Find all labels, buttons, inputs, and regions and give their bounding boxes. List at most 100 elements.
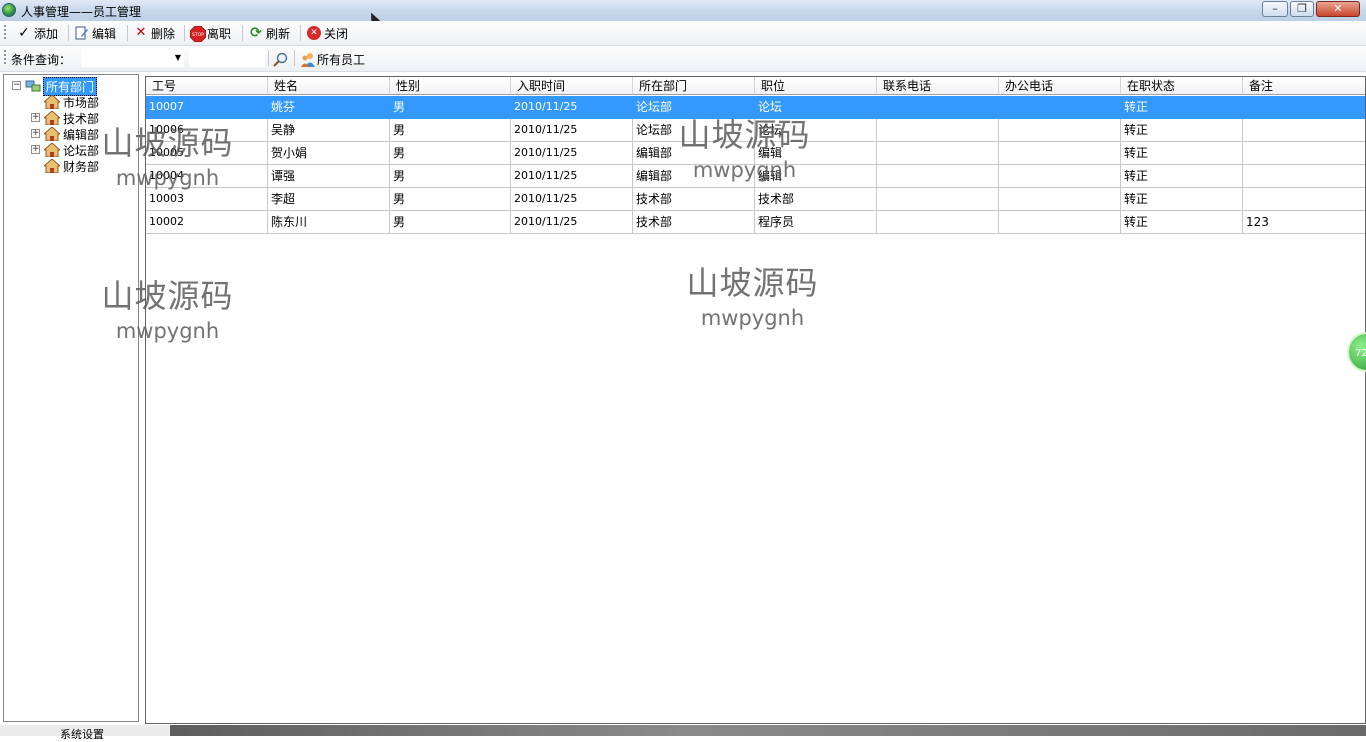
tree-node-edit[interactable]: 编辑部 <box>42 126 100 142</box>
table-cell: 技术部 <box>633 211 755 234</box>
tree-root[interactable]: 所有部门 <box>24 76 98 96</box>
column-header[interactable]: 在职状态 <box>1121 77 1243 95</box>
resign-button[interactable]: STOP 离职 <box>189 24 232 43</box>
tree-node-finance[interactable]: 财务部 <box>42 158 100 174</box>
table-cell: 123 <box>1243 211 1365 234</box>
table-cell <box>999 165 1121 188</box>
tree-node-label: 编辑部 <box>63 127 100 142</box>
column-header[interactable]: 姓名 <box>268 77 390 95</box>
app-globe-icon <box>2 3 16 17</box>
department-tree: − 所有部门 市场部 + 技术部 + 编辑部 + 论坛部 财务部 <box>3 74 139 722</box>
column-header[interactable]: 入职时间 <box>511 77 633 95</box>
house-icon <box>42 142 62 158</box>
table-cell: 论坛部 <box>633 119 755 142</box>
table-cell <box>877 188 999 211</box>
table-cell: 转正 <box>1121 188 1243 211</box>
column-header[interactable]: 职位 <box>755 77 877 95</box>
toolbar-separator <box>184 25 185 41</box>
collapse-icon[interactable]: − <box>12 81 21 90</box>
all-employees-button[interactable]: 所有员工 <box>300 50 365 68</box>
toolbar-separator <box>127 25 128 41</box>
tree-node-label: 财务部 <box>63 159 100 174</box>
table-row[interactable]: 10003 李超男 2010/11/25 技术部 技术部 转正 <box>146 188 1365 211</box>
expand-icon[interactable]: + <box>31 113 40 122</box>
house-icon <box>42 126 62 142</box>
resign-label: 离职 <box>207 26 232 41</box>
table-cell: 程序员 <box>755 211 877 234</box>
query-field-select[interactable]: ▼ <box>81 49 184 67</box>
table-cell: 男 <box>390 188 511 211</box>
table-cell: 2010/11/25 <box>511 165 633 188</box>
expand-icon[interactable]: + <box>31 129 40 138</box>
column-header[interactable]: 办公电话 <box>999 77 1121 95</box>
table-cell: 男 <box>390 142 511 165</box>
employee-grid: 工号 姓名 性别 入职时间 所在部门 职位 联系电话 办公电话 在职状态 备注 … <box>145 76 1366 724</box>
table-cell: 谭强 <box>268 165 390 188</box>
table-cell <box>999 188 1121 211</box>
table-row[interactable]: 10007 姚芬男 2010/11/25 论坛部 论坛 转正 <box>146 96 1365 119</box>
table-row[interactable]: 10006 吴静男 2010/11/25 论坛部 论坛 转正 <box>146 119 1365 142</box>
grid-header: 工号 姓名 性别 入职时间 所在部门 职位 联系电话 办公电话 在职状态 备注 <box>146 77 1365 95</box>
all-employees-label: 所有员工 <box>317 52 366 67</box>
table-cell: 论坛 <box>755 96 877 119</box>
column-header[interactable]: 联系电话 <box>877 77 999 95</box>
search-button[interactable] <box>272 50 288 68</box>
restore-button[interactable]: ❐ <box>1290 1 1314 17</box>
table-row[interactable]: 10005 贺小娟男 2010/11/25 编辑部 编辑 转正 <box>146 142 1365 165</box>
svg-text:STOP: STOP <box>192 32 204 38</box>
table-cell: 2010/11/25 <box>511 96 633 119</box>
house-icon <box>42 158 62 174</box>
taskbar-label[interactable]: 系统设置 <box>60 726 104 742</box>
table-cell: 2010/11/25 <box>511 119 633 142</box>
table-cell <box>877 211 999 234</box>
close-circle-icon: ✕ <box>307 26 321 40</box>
column-header[interactable]: 所在部门 <box>633 77 755 95</box>
column-header[interactable]: 备注 <box>1243 77 1365 95</box>
close-window-button[interactable]: ✕ <box>1316 1 1360 17</box>
expand-icon[interactable]: + <box>31 145 40 154</box>
table-cell: 2010/11/25 <box>511 211 633 234</box>
table-cell: 10002 <box>146 211 268 234</box>
column-header[interactable]: 性别 <box>390 77 511 95</box>
close-button[interactable]: ✕ 关闭 <box>307 24 348 42</box>
tree-node-tech[interactable]: 技术部 <box>42 110 100 126</box>
table-cell: 男 <box>390 165 511 188</box>
toolbar-separator <box>300 25 301 41</box>
table-cell <box>1243 142 1365 165</box>
table-cell: 转正 <box>1121 211 1243 234</box>
table-cell: 转正 <box>1121 119 1243 142</box>
toolbar-grip[interactable] <box>4 25 6 41</box>
column-header[interactable]: 工号 <box>146 77 268 95</box>
users-icon <box>300 52 315 67</box>
table-cell: 陈东川 <box>268 211 390 234</box>
toolbar-separator <box>242 25 243 41</box>
table-cell: 吴静 <box>268 119 390 142</box>
table-cell: 10004 <box>146 165 268 188</box>
table-cell <box>999 211 1121 234</box>
table-cell: 编辑部 <box>633 165 755 188</box>
delete-button[interactable]: ✕ 删除 <box>134 24 175 42</box>
table-cell: 李超 <box>268 188 390 211</box>
table-cell: 男 <box>390 211 511 234</box>
toolbar-separator <box>294 50 295 66</box>
table-cell <box>877 119 999 142</box>
add-button[interactable]: ✓ 添加 <box>17 24 58 42</box>
edit-button[interactable]: 编辑 <box>75 24 116 42</box>
tree-node-forum[interactable]: 论坛部 <box>42 142 99 158</box>
delete-label: 删除 <box>151 26 176 41</box>
stop-sign-icon: STOP <box>189 25 207 43</box>
table-cell: 编辑部 <box>633 142 755 165</box>
table-cell: 技术部 <box>755 188 877 211</box>
table-row[interactable]: 10002 陈东川男 2010/11/25 技术部 程序员 转正 123 <box>146 211 1365 234</box>
table-cell <box>999 142 1121 165</box>
query-keyword-input[interactable] <box>189 49 265 67</box>
table-row[interactable]: 10004 谭强男 2010/11/25 编辑部 编辑 转正 <box>146 165 1365 188</box>
tree-node-label: 技术部 <box>63 111 100 126</box>
tree-node-market[interactable]: 市场部 <box>42 94 99 110</box>
table-cell: 编辑 <box>755 165 877 188</box>
table-cell: 论坛部 <box>633 96 755 119</box>
toolbar-grip[interactable] <box>4 50 6 66</box>
table-cell <box>1243 119 1365 142</box>
minimize-button[interactable]: – <box>1262 1 1288 17</box>
refresh-button[interactable]: ⟳ 刷新 <box>249 24 290 42</box>
